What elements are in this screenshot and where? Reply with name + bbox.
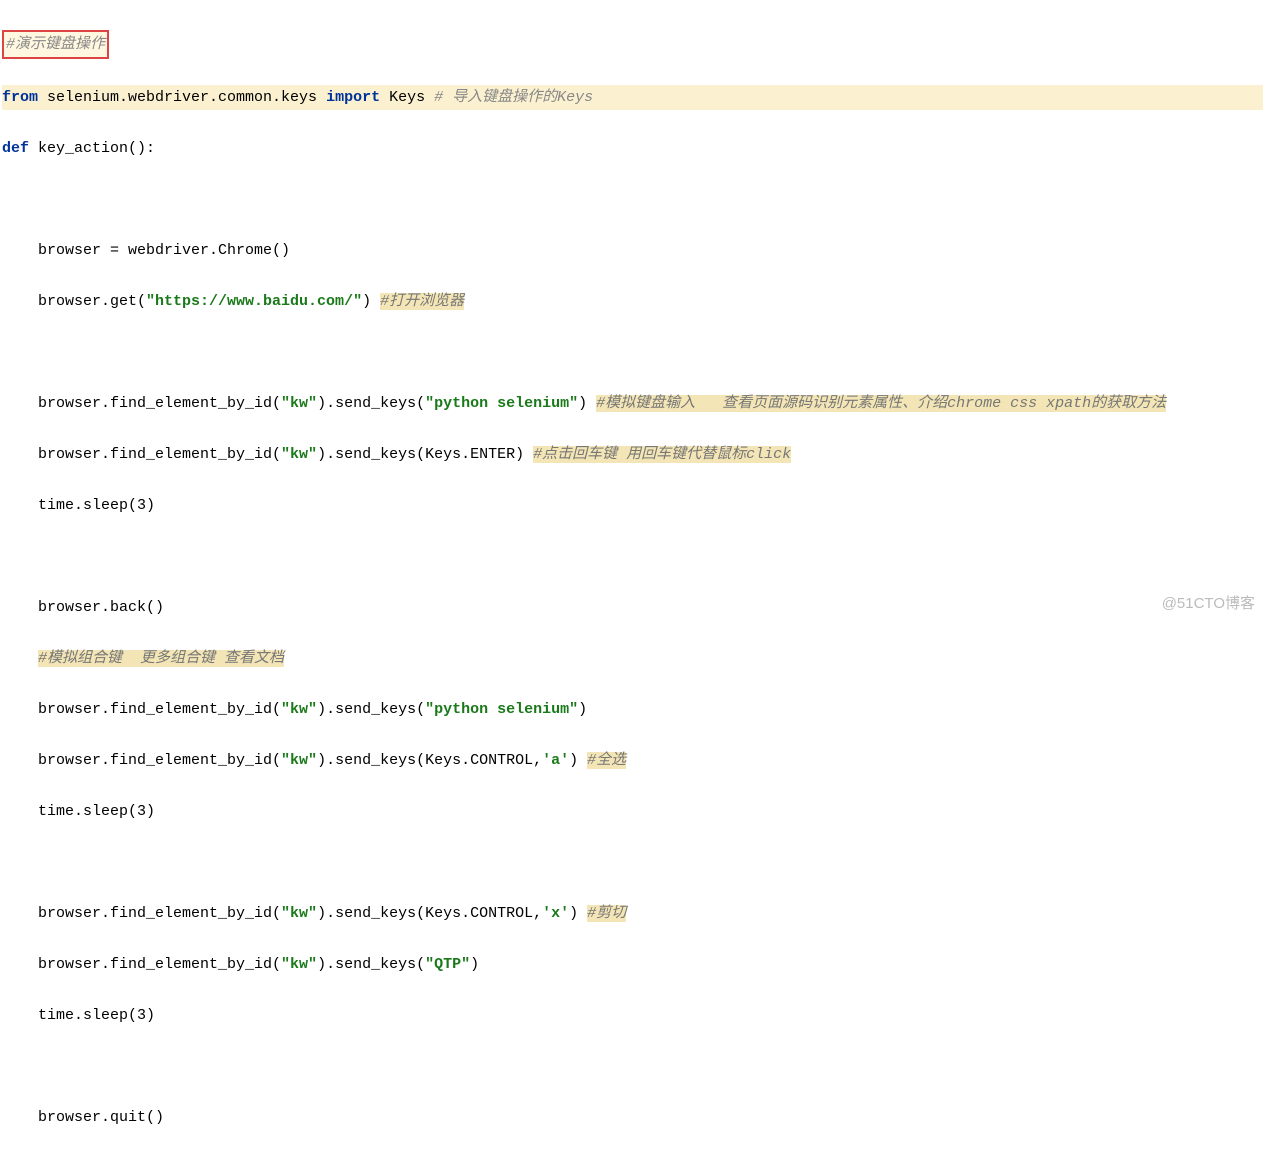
code-line: browser.find_element_by_id("kw").send_ke… xyxy=(2,748,1263,774)
code-text: browser.get( xyxy=(2,293,146,310)
code-line: browser = webdriver.Chrome() xyxy=(2,238,1263,264)
code-line: #演示键盘操作 xyxy=(2,30,1263,60)
code-line: time.sleep(3) xyxy=(2,1003,1263,1029)
comment: #模拟键盘输入 查看页面源码识别元素属性、介绍chrome css xpath的… xyxy=(596,395,1166,412)
blank-line xyxy=(2,544,1263,570)
string: "kw" xyxy=(281,905,317,922)
code-line: browser.find_element_by_id("kw").send_ke… xyxy=(2,697,1263,723)
code-text: ) xyxy=(578,701,587,718)
string: "kw" xyxy=(281,395,317,412)
comment: #剪切 xyxy=(587,905,626,922)
string: 'a' xyxy=(542,752,569,769)
keyword-def: def xyxy=(2,140,29,157)
code-text: ).send_keys(Keys.CONTROL, xyxy=(317,752,542,769)
code-line: browser.get("https://www.baidu.com/") #打… xyxy=(2,289,1263,315)
string: "kw" xyxy=(281,446,317,463)
code-line: from selenium.webdriver.common.keys impo… xyxy=(2,85,1263,111)
code-text: browser.back() xyxy=(2,599,164,616)
code-text: ).send_keys( xyxy=(317,395,425,412)
code-text: ).send_keys(Keys.ENTER) xyxy=(317,446,533,463)
code-line: time.sleep(3) xyxy=(2,493,1263,519)
blank-line xyxy=(2,850,1263,876)
comment: # 导入键盘操作的Keys xyxy=(434,89,593,106)
pad xyxy=(2,650,38,667)
keyword-from: from xyxy=(2,89,38,106)
string: "https://www.baidu.com/" xyxy=(146,293,362,310)
string: "QTP" xyxy=(425,956,470,973)
code-text: browser.find_element_by_id( xyxy=(2,905,281,922)
comment: #全选 xyxy=(587,752,626,769)
code-text: browser.find_element_by_id( xyxy=(2,752,281,769)
string: "python selenium" xyxy=(425,395,578,412)
code-line: #模拟组合键 更多组合键 查看文档 xyxy=(2,646,1263,672)
comment: #模拟组合键 更多组合键 查看文档 xyxy=(38,650,284,667)
string: "kw" xyxy=(281,752,317,769)
code-line: browser.back() xyxy=(2,595,1263,621)
code-text: browser.find_element_by_id( xyxy=(2,446,281,463)
func-name: key_action(): xyxy=(29,140,155,157)
code-text: ) xyxy=(569,905,587,922)
module-path: selenium.webdriver.common.keys xyxy=(38,89,326,106)
code-text: ) xyxy=(470,956,479,973)
code-text: browser.find_element_by_id( xyxy=(2,395,281,412)
keyword-import: import xyxy=(326,89,380,106)
code-line: browser.find_element_by_id("kw").send_ke… xyxy=(2,391,1263,417)
code-line: browser.quit() xyxy=(2,1105,1263,1131)
code-line: browser.find_element_by_id("kw").send_ke… xyxy=(2,952,1263,978)
code-text: ).send_keys( xyxy=(317,701,425,718)
code-text: browser.find_element_by_id( xyxy=(2,956,281,973)
code-text: browser = webdriver.Chrome() xyxy=(2,242,290,259)
string: "python selenium" xyxy=(425,701,578,718)
comment: #打开浏览器 xyxy=(380,293,464,310)
code-block: #演示键盘操作 from selenium.webdriver.common.k… xyxy=(0,0,1265,1160)
code-line: def key_action(): xyxy=(2,136,1263,162)
watermark: @51CTO博客 xyxy=(1162,591,1255,617)
blank-line xyxy=(2,187,1263,213)
code-text: ).send_keys(Keys.CONTROL, xyxy=(317,905,542,922)
string: 'x' xyxy=(542,905,569,922)
blank-line xyxy=(2,1054,1263,1080)
title-comment: #演示键盘操作 xyxy=(2,30,109,60)
code-line: browser.find_element_by_id("kw").send_ke… xyxy=(2,442,1263,468)
code-text: ) xyxy=(569,752,587,769)
code-text: browser.quit() xyxy=(2,1109,164,1126)
string: "kw" xyxy=(281,701,317,718)
code-text: ) xyxy=(362,293,380,310)
code-text: time.sleep(3) xyxy=(2,497,155,514)
string: "kw" xyxy=(281,956,317,973)
code-text: browser.find_element_by_id( xyxy=(2,701,281,718)
import-name: Keys xyxy=(380,89,434,106)
code-text: time.sleep(3) xyxy=(2,803,155,820)
code-text: ).send_keys( xyxy=(317,956,425,973)
code-line: time.sleep(3) xyxy=(2,799,1263,825)
code-line: browser.find_element_by_id("kw").send_ke… xyxy=(2,901,1263,927)
comment: #点击回车键 用回车键代替鼠标click xyxy=(533,446,791,463)
code-text: ) xyxy=(578,395,596,412)
code-text: time.sleep(3) xyxy=(2,1007,155,1024)
blank-line xyxy=(2,340,1263,366)
